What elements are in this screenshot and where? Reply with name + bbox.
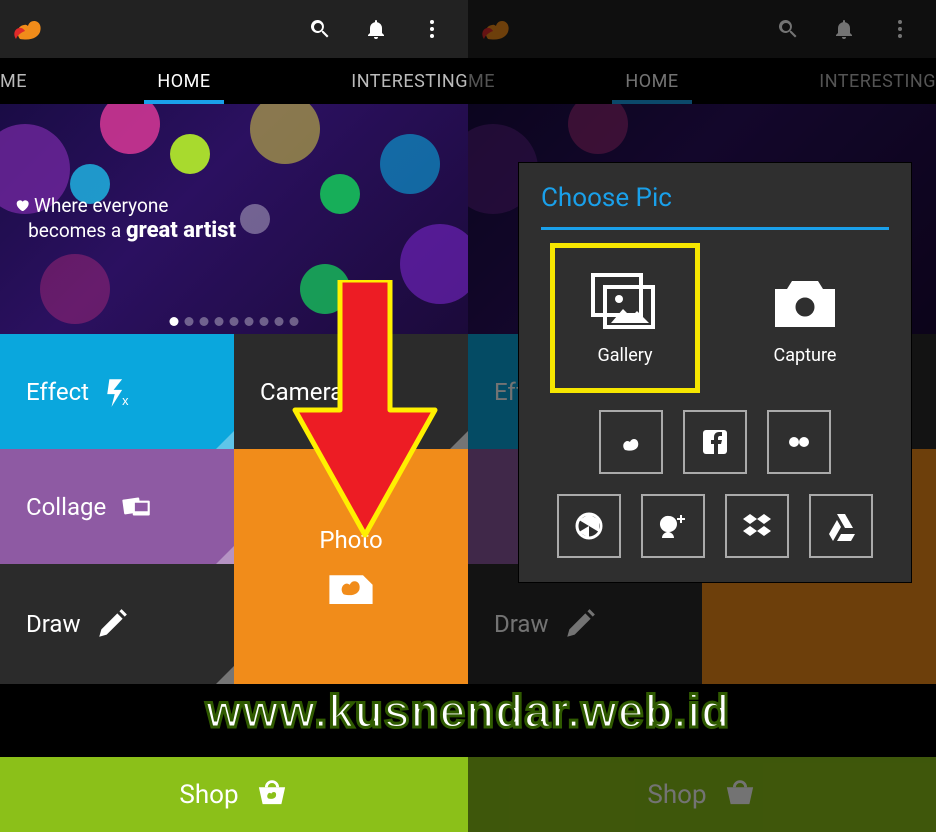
source-gallery[interactable]: Gallery: [555, 248, 695, 388]
source-label: Capture: [774, 345, 837, 366]
shop-bar[interactable]: Shop: [0, 757, 468, 832]
source-flickr[interactable]: [767, 410, 831, 474]
gallery-icon: [589, 271, 661, 335]
drive-icon: [825, 510, 857, 542]
tile-label: Effect: [26, 378, 89, 406]
source-picasa[interactable]: [557, 494, 621, 558]
dialog-title: Choose Pic: [541, 183, 889, 213]
tile-collage[interactable]: Collage: [0, 449, 234, 564]
photo-icon: [327, 568, 375, 608]
tab-interesting[interactable]: INTERESTING: [308, 58, 468, 104]
basket-icon: [255, 776, 289, 813]
tabbar: ME HOME INTERESTING: [0, 58, 468, 104]
camera-icon: [769, 271, 841, 335]
bell-icon[interactable]: [348, 1, 404, 57]
actionbar: [0, 0, 468, 58]
source-label: Gallery: [597, 345, 652, 366]
source-picsart[interactable]: [599, 410, 663, 474]
source-drive[interactable]: [809, 494, 873, 558]
tab-home[interactable]: HOME: [60, 58, 308, 104]
heart-icon: [14, 195, 30, 219]
collage-icon: [120, 490, 154, 524]
tab-me[interactable]: ME: [0, 58, 60, 104]
banner-caption: Where everyone becomes a great artist: [14, 194, 236, 243]
overflow-menu-icon[interactable]: [404, 1, 460, 57]
tile-draw[interactable]: Draw: [0, 564, 234, 684]
picsart-icon: [615, 426, 647, 458]
facebook-icon: [699, 426, 731, 458]
pencil-icon: [95, 607, 129, 641]
choose-pic-dialog: Choose Pic Gallery Capture: [518, 162, 912, 583]
fx-icon: x: [103, 375, 137, 409]
banner-pager[interactable]: [170, 317, 299, 326]
annotation-arrow: [290, 280, 440, 540]
source-google[interactable]: [641, 494, 705, 558]
tile-label: Draw: [26, 610, 81, 638]
search-icon[interactable]: [292, 1, 348, 57]
flickr-icon: [783, 426, 815, 458]
source-capture[interactable]: Capture: [735, 248, 875, 388]
svg-text:x: x: [122, 392, 129, 407]
source-dropbox[interactable]: [725, 494, 789, 558]
shop-label: Shop: [179, 780, 238, 810]
google-icon: [657, 510, 689, 542]
source-facebook[interactable]: [683, 410, 747, 474]
tile-effect[interactable]: Effect x: [0, 334, 234, 449]
app-logo-icon: [8, 9, 48, 49]
dropbox-icon: [741, 510, 773, 542]
watermark-text: www.kusnendar.web.id: [0, 684, 936, 738]
tile-label: Collage: [26, 493, 106, 521]
picasa-icon: [573, 510, 605, 542]
